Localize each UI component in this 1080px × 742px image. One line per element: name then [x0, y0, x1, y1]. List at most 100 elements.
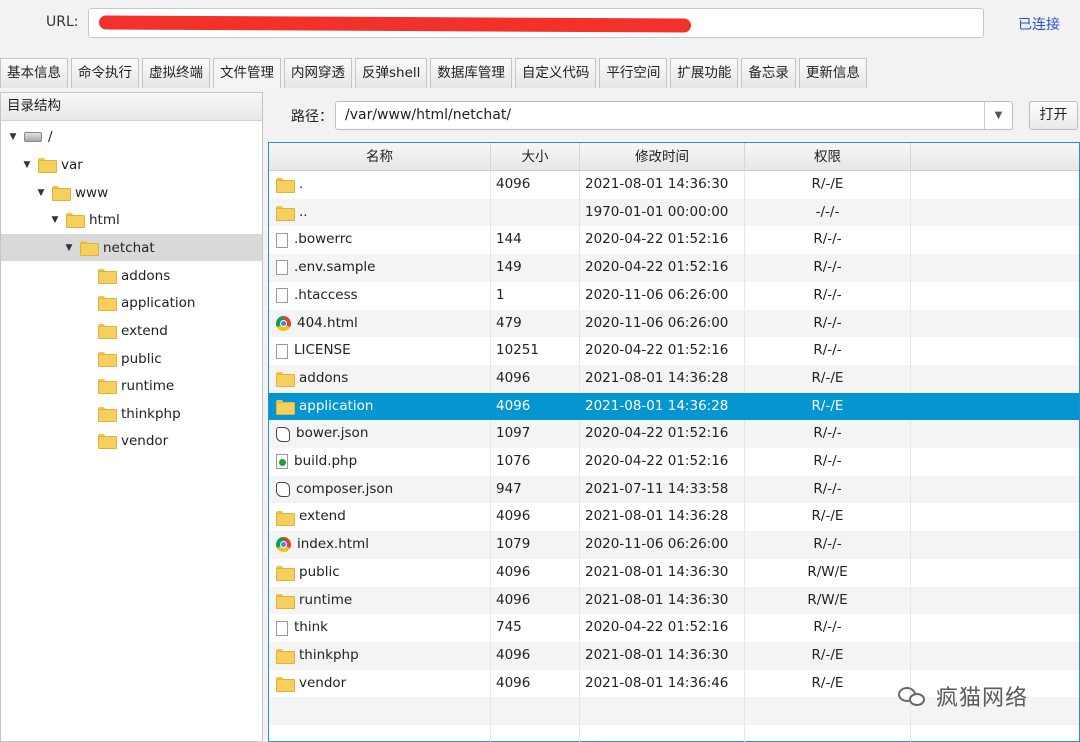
column-header-time[interactable]: 修改时间 [580, 143, 745, 171]
connection-status[interactable]: 已连接 [1018, 14, 1060, 34]
table-row[interactable]: .env.sample 149 2020-04-22 01:52:16 R/-/- [269, 254, 1079, 282]
tree-item[interactable]: runtime [1, 372, 262, 399]
cell-size [491, 198, 580, 227]
cell-permission: R/-/- [745, 226, 911, 255]
file-name: extend [299, 508, 346, 525]
cell-permission: R/-/- [745, 420, 911, 448]
cell-modified: 2020-04-22 01:52:16 [580, 420, 745, 448]
folder-icon [276, 372, 295, 388]
cell-modified: 2020-04-22 01:52:16 [580, 337, 745, 365]
file-icon [276, 620, 288, 636]
folder-icon [276, 566, 295, 582]
tree-item[interactable]: public [1, 345, 262, 372]
table-row[interactable]: LICENSE 10251 2020-04-22 01:52:16 R/-/- [269, 337, 1079, 365]
folder-icon [276, 649, 295, 665]
cell-filler [911, 559, 1079, 587]
watermark: 疯猫网络 [898, 680, 1028, 712]
cell-name: application [269, 392, 491, 421]
table-row[interactable]: extend 4096 2021-08-01 14:36:28 R/-/E [269, 503, 1079, 532]
cell-name: composer.json [269, 475, 491, 504]
tab-10[interactable]: 备忘录 [741, 58, 796, 88]
path-input[interactable]: /var/www/html/netchat/ [345, 107, 511, 123]
expand-caret-icon[interactable]: ▼ [36, 188, 46, 198]
tree-item[interactable]: ▼ var [1, 151, 262, 178]
cell-size: 4096 [491, 171, 580, 199]
cell-modified: 2020-11-06 06:26:00 [580, 309, 745, 338]
cell-name: .htaccess [269, 281, 491, 310]
table-row[interactable]: .. 1970-01-01 00:00:00 -/-/- [269, 198, 1079, 227]
cell-size: 149 [491, 254, 580, 282]
cell-name: runtime [269, 586, 491, 615]
chevron-down-icon[interactable]: ▼ [984, 102, 1012, 129]
table-row[interactable]: 404.html 479 2020-11-06 06:26:00 R/-/- [269, 309, 1079, 338]
expand-caret-icon[interactable]: ▼ [64, 243, 74, 253]
tab-2[interactable]: 虚拟终端 [142, 58, 210, 88]
file-name: addons [299, 369, 349, 386]
expand-caret-icon[interactable]: ▼ [22, 160, 32, 170]
column-header-perm[interactable]: 权限 [745, 143, 911, 171]
tree-item-label: var [61, 156, 83, 173]
folder-icon [98, 352, 117, 367]
tree-item[interactable]: vendor [1, 427, 262, 454]
tab-6[interactable]: 数据库管理 [430, 58, 512, 88]
tree-item[interactable]: addons [1, 262, 262, 289]
table-row[interactable]: think 745 2020-04-22 01:52:16 R/-/- [269, 614, 1079, 642]
script-icon [276, 482, 290, 498]
table-row[interactable]: . 4096 2021-08-01 14:36:30 R/-/E [269, 171, 1079, 199]
cell-permission: R/-/- [745, 448, 911, 476]
path-combobox[interactable]: /var/www/html/netchat/ ▼ [335, 101, 1013, 130]
tree-item[interactable]: ▼ www [1, 179, 262, 206]
column-header-name[interactable]: 名称 [269, 143, 491, 171]
open-button[interactable]: 打开 [1029, 101, 1078, 130]
cell-permission [745, 697, 911, 725]
tree-item[interactable]: thinkphp [1, 400, 262, 427]
url-input[interactable] [88, 8, 984, 38]
cell-name: LICENSE [269, 337, 491, 365]
expand-caret-icon[interactable]: ▼ [8, 132, 18, 142]
tab-3[interactable]: 文件管理 [213, 58, 281, 88]
tab-11[interactable]: 更新信息 [798, 58, 867, 88]
cell-permission: R/-/- [745, 337, 911, 365]
cell-filler [911, 337, 1079, 365]
cell-permission: R/-/- [745, 281, 911, 310]
tree-item[interactable]: extend [1, 317, 262, 344]
tab-9[interactable]: 扩展功能 [670, 58, 739, 88]
cell-filler [911, 587, 1079, 615]
table-row[interactable]: .bowerrc 144 2020-04-22 01:52:16 R/-/- [269, 226, 1079, 255]
cell-modified: 2020-04-22 01:52:16 [580, 226, 745, 255]
file-icon [276, 232, 288, 248]
expand-caret-icon[interactable]: ▼ [50, 215, 60, 225]
tree-item[interactable]: ▼ html [1, 206, 262, 233]
wechat-icon [898, 685, 928, 707]
table-row[interactable]: runtime 4096 2021-08-01 14:36:30 R/W/E [269, 586, 1079, 615]
table-row[interactable]: .htaccess 1 2020-11-06 06:26:00 R/-/- [269, 281, 1079, 310]
cell-filler [911, 420, 1079, 448]
tree-item[interactable]: ▼ netchat [1, 234, 262, 261]
tree-item[interactable]: ▼ / [1, 123, 262, 150]
column-header-size[interactable]: 大小 [491, 143, 580, 171]
tab-5[interactable]: 反弹shell [355, 58, 428, 88]
table-row[interactable]: bower.json 1097 2020-04-22 01:52:16 R/-/- [269, 420, 1079, 448]
cell-permission: R/-/- [745, 309, 911, 338]
cell-size: 4096 [491, 558, 580, 587]
file-name: public [299, 563, 340, 580]
table-row[interactable]: index.html 1079 2020-11-06 06:26:00 R/-/- [269, 531, 1079, 559]
table-row[interactable]: application 4096 2021-08-01 14:36:28 R/-/E [269, 392, 1079, 421]
tab-1[interactable]: 命令执行 [71, 58, 139, 88]
tree-item-label: / [48, 128, 53, 145]
tree-header: 目录结构 [1, 93, 262, 121]
table-row[interactable]: build.php 1076 2020-04-22 01:52:16 R/-/- [269, 448, 1079, 476]
folder-icon [276, 178, 295, 194]
cell-permission: R/-/E [745, 669, 911, 698]
table-row[interactable]: thinkphp 4096 2021-08-01 14:36:30 R/-/E [269, 641, 1079, 670]
tab-7[interactable]: 自定义代码 [514, 58, 597, 88]
tab-4[interactable]: 内网穿透 [284, 58, 352, 88]
tree-item[interactable]: application [1, 289, 262, 316]
cell-filler [911, 282, 1079, 310]
tab-8[interactable]: 平行空间 [599, 58, 668, 88]
table-row[interactable]: public 4096 2021-08-01 14:36:30 R/W/E [269, 558, 1079, 587]
cell-name: . [269, 171, 491, 199]
tab-0[interactable]: 基本信息 [0, 58, 68, 88]
table-row[interactable]: addons 4096 2021-08-01 14:36:28 R/-/E [269, 364, 1079, 393]
table-row[interactable]: composer.json 947 2021-07-11 14:33:58 R/-/- [269, 475, 1079, 504]
